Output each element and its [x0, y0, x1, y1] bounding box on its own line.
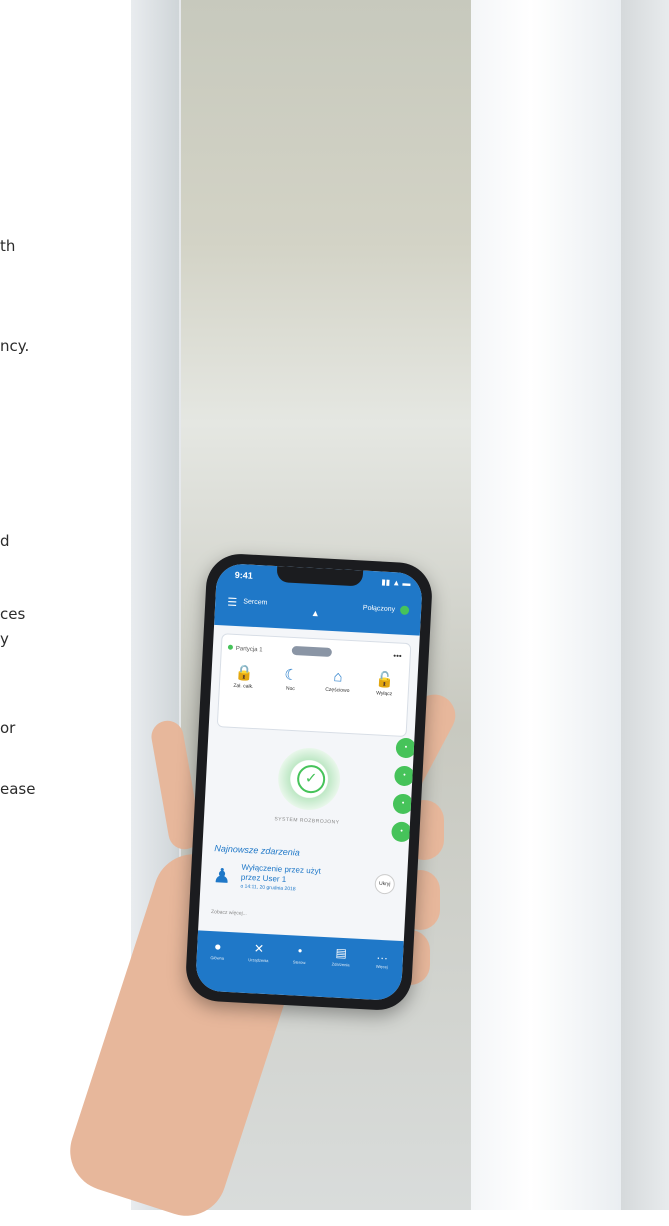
- partition-pill[interactable]: [291, 645, 333, 658]
- window-frame-center: [471, 0, 621, 1210]
- partition-label[interactable]: Partycja 1: [227, 644, 263, 654]
- more-icon: …: [376, 947, 389, 963]
- mode-label: Wyłącz: [376, 690, 393, 698]
- status-ring: ✓: [276, 746, 342, 812]
- arming-modes: 🔒 Zał. całk. ☾ Noc ⌂ Częściowo 🔓 Wyłącz: [220, 662, 409, 698]
- mode-partial-button[interactable]: ⌂ Częściowo: [320, 667, 355, 695]
- arming-card: Partycja 1 ••• 🔒 Zał. całk. ☾ Noc ⌂ Częś…: [216, 633, 412, 738]
- text-fragment: ces: [0, 605, 26, 623]
- chevron-up-icon[interactable]: ▲: [311, 608, 320, 618]
- text-fragment: ease: [0, 780, 36, 798]
- mode-label: Noc: [285, 685, 295, 693]
- tab-label: Zdarzenia: [331, 961, 350, 968]
- hide-button[interactable]: Ukryj: [374, 873, 396, 895]
- moon-icon: ☾: [283, 666, 299, 685]
- tab-bar: ● Główna ✕ Urządzenia • Sterow. ▤ Zdarze…: [194, 930, 404, 1002]
- quick-action-button[interactable]: •: [391, 821, 413, 843]
- checkmark-icon: ✓: [296, 764, 326, 794]
- system-status: ✓ SYSTEM ROZBROJONY: [204, 743, 414, 830]
- tab-home[interactable]: ● Główna: [199, 939, 236, 962]
- connection-status: Połączony: [362, 604, 396, 614]
- see-more-link[interactable]: Zobacz więcej...: [211, 909, 247, 917]
- events-title: Najnowsze zdarzenia: [214, 843, 301, 858]
- connection-dot-icon: [399, 605, 410, 615]
- event-line: przez User 1: [240, 872, 287, 884]
- text-fragment: d: [0, 532, 10, 550]
- bulb-icon: •: [297, 943, 303, 958]
- text-fragment: or: [0, 719, 16, 737]
- tab-control[interactable]: • Sterow.: [281, 943, 318, 966]
- event-timestamp: o 14:11, 20 grudnia 2018: [240, 883, 296, 893]
- tab-devices[interactable]: ✕ Urządzenia: [240, 941, 277, 964]
- tab-more[interactable]: … Więcej: [364, 947, 401, 970]
- smartphone: 9:41 ▮▮ ▲ ▬ ☰ Sercem ▲ Połączony Partycj…: [184, 552, 434, 1012]
- mode-disarm-button[interactable]: 🔓 Wyłącz: [367, 670, 402, 698]
- info-icon: ●: [213, 939, 222, 954]
- text-fragment: ncy.: [0, 337, 30, 355]
- event-item[interactable]: ♟ Wyłączenie przez użyt przez User 1 o 1…: [212, 859, 398, 909]
- window-glass-right: [621, 0, 669, 1210]
- mode-night-button[interactable]: ☾ Noc: [273, 665, 308, 693]
- tab-events[interactable]: ▤ Zdarzenia: [323, 945, 360, 968]
- text-fragment: y: [0, 630, 9, 648]
- app-title: Sercem: [243, 598, 268, 607]
- tab-label: Sterow.: [292, 959, 307, 966]
- partition-name: Partycja 1: [235, 645, 263, 654]
- tools-icon: ✕: [253, 941, 265, 956]
- text-fragment: th: [0, 237, 16, 255]
- list-icon: ▤: [335, 945, 348, 961]
- mode-label: Zał. całk.: [233, 682, 254, 690]
- lock-icon: 🔒: [234, 663, 254, 682]
- mode-label: Częściowo: [325, 686, 350, 694]
- mode-arm-full-button[interactable]: 🔒 Zał. całk.: [226, 663, 261, 691]
- status-dot-icon: [227, 644, 234, 650]
- unlock-icon: 🔓: [375, 671, 395, 690]
- more-options-icon[interactable]: •••: [393, 651, 402, 660]
- tab-label: Więcej: [375, 963, 388, 970]
- user-icon: ♟: [212, 865, 232, 889]
- menu-icon[interactable]: ☰: [227, 595, 238, 609]
- status-time: 9:41: [234, 569, 253, 581]
- phone-screen: 9:41 ▮▮ ▲ ▬ ☰ Sercem ▲ Połączony Partycj…: [194, 562, 424, 1002]
- home-icon: ⌂: [333, 668, 344, 686]
- system-status-text: SYSTEM ROZBROJONY: [274, 816, 340, 826]
- status-icons: ▮▮ ▲ ▬: [381, 577, 411, 589]
- tab-label: Główna: [210, 955, 225, 961]
- tab-label: Urządzenia: [248, 957, 269, 964]
